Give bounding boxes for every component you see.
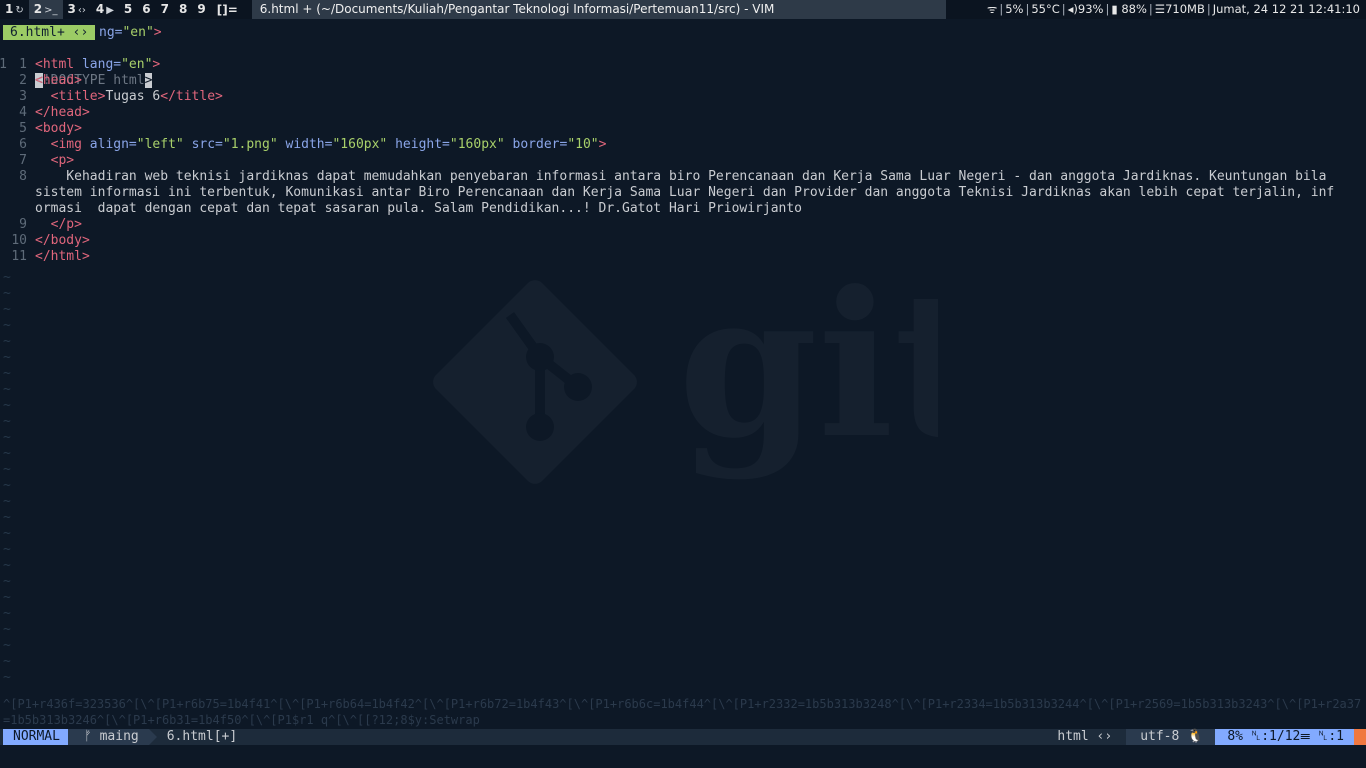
workspace-1[interactable]: 1 ↻	[0, 0, 29, 19]
code-line[interactable]: 1 <html lang="en">	[0, 57, 1366, 73]
file-name: 6.html[+]	[166, 729, 238, 744]
wifi-icon: ᯤ	[986, 2, 998, 16]
cpu-usage: 5%	[1005, 2, 1024, 16]
play-icon: ▶	[106, 5, 114, 16]
terminal-icon: >_	[44, 5, 58, 16]
workspace-5[interactable]: 5	[119, 0, 137, 19]
escape-sequence-garbage: ^[P1+r436f=323536^[\^[P1+r6b75=1b4f41^[\…	[3, 697, 1362, 727]
tab-overflow-text: ng="en">	[99, 25, 162, 40]
cpu-temp: 55°C	[1031, 2, 1060, 16]
workspace-4[interactable]: 4 ▶	[91, 0, 119, 19]
code-icon: ‹›	[77, 5, 86, 16]
vim-statusline: NORMAL ᚠ maing 6.html[+] html ‹› utf-8 🐧…	[0, 729, 1366, 745]
cursor-position: 8% ␤:1/12☰ ␤:1	[1215, 729, 1354, 745]
battery-icon: ▮	[1111, 2, 1118, 16]
git-branch: ᚠ maing	[67, 729, 157, 745]
code-line[interactable]: 4 </head>	[0, 105, 1366, 121]
memory-usage: 710MB	[1165, 2, 1205, 16]
code-line[interactable]: 7 <p>	[0, 153, 1366, 169]
file-type: html ‹›	[1057, 729, 1113, 744]
code-line[interactable]: 10 </body>	[0, 233, 1366, 249]
volume-icon: ◂)	[1067, 2, 1078, 16]
workspace-3[interactable]: 3 ‹›	[63, 0, 91, 19]
empty-line-markers: ~ ~ ~ ~ ~ ~ ~ ~ ~ ~ ~ ~ ~ ~ ~ ~ ~ ~ ~ ~ …	[3, 270, 11, 685]
code-line[interactable]: 3 <title>Tugas 6</title>	[0, 89, 1366, 105]
code-line[interactable]: 9 </p>	[0, 217, 1366, 233]
file-encoding: utf-8 🐧	[1126, 729, 1216, 745]
battery-level: 88%	[1121, 2, 1147, 16]
volume-level: 93%	[1077, 2, 1104, 16]
mode-indicator: NORMAL	[3, 729, 76, 745]
code-line-doctype[interactable]: 1 <!DOCTYPE html>	[0, 41, 1366, 88]
tabline: 6.html+ ‹› ng="en">	[0, 25, 1366, 41]
clock: Jumat, 24 12 21 12:41:10	[1212, 2, 1360, 16]
warning-indicator	[1354, 729, 1366, 745]
git-logo-watermark: git	[433, 275, 938, 484]
system-status: ᯤ | 5% | 55°C | ◂)93% | ▮ 88% | ☰710MB | Jumat, 24 1…	[986, 2, 1360, 16]
code-line-wrapped[interactable]: ormasi dapat dengan cepat dan tepat sasa…	[0, 201, 1366, 217]
workspace-list: 1 ↻ 2 >_ 3 ‹› 4 ▶ 5 6 7 8 9	[0, 0, 211, 19]
workspace-7[interactable]: 7	[156, 0, 174, 19]
code-line[interactable]: 11 </html>	[0, 249, 1366, 265]
svg-text:git: git	[678, 275, 938, 483]
workspace-8[interactable]: 8	[174, 0, 192, 19]
refresh-icon: ↻	[15, 5, 24, 16]
code-line-wrapped[interactable]: sistem informasi ini terbentuk, Komunika…	[0, 185, 1366, 201]
memory-icon: ☰	[1154, 2, 1166, 16]
workspace-2[interactable]: 2 >_	[28, 0, 63, 19]
layout-indicator[interactable]: []=	[211, 3, 246, 17]
window-title: 6.html + (~/Documents/Kuliah/Pengantar T…	[251, 0, 946, 19]
workspace-6[interactable]: 6	[137, 0, 155, 19]
vim-editor[interactable]: 6.html+ ‹› ng="en"> 1 <!DOCTYPE html> 1 <…	[0, 25, 1366, 265]
buffer-tab[interactable]: 6.html+ ‹›	[3, 25, 96, 40]
workspace-9[interactable]: 9	[192, 0, 210, 19]
code-line[interactable]: 8 Kehadiran web teknisi jardiknas dapat …	[0, 169, 1366, 185]
code-line[interactable]: 6 <img align="left" src="1.png" width="1…	[0, 137, 1366, 153]
code-line[interactable]: 5 <body>	[0, 121, 1366, 137]
top-bar: 1 ↻ 2 >_ 3 ‹› 4 ▶ 5 6 7 8 9 []= 6.html + (~/…	[0, 0, 1366, 19]
code-line[interactable]: 2 <head>	[0, 73, 1366, 89]
